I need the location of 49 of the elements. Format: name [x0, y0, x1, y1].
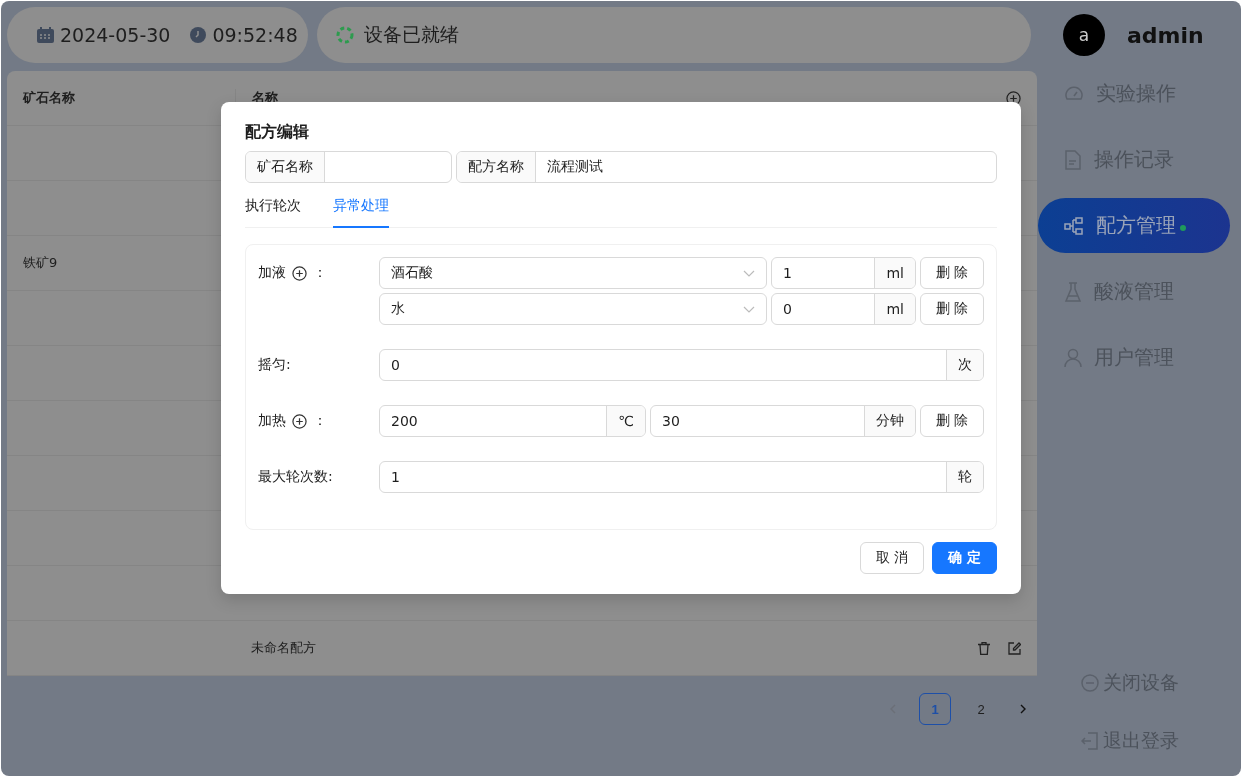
logout-icon [1081, 732, 1099, 750]
recipe-name-field[interactable]: 配方名称 流程测试 [456, 151, 997, 183]
dialog-title: 配方编辑 [245, 122, 310, 143]
form-label: 加液 [258, 264, 286, 282]
user-icon [1064, 347, 1082, 368]
form-label: 最大轮次数: [258, 468, 333, 486]
chevron-down-icon [743, 305, 755, 313]
sidebar-item[interactable]: 配方管理 [1038, 198, 1230, 253]
table-cell: 铁矿9 [23, 255, 58, 270]
table-cell: 未命名配方 [251, 640, 316, 655]
nodes-icon [1064, 215, 1084, 236]
clock-icon [190, 27, 207, 43]
minus-circle-icon [1081, 674, 1099, 692]
colon-text: ： [313, 264, 327, 282]
spinner-icon [336, 26, 354, 44]
duration-field[interactable]: 30 分钟 [650, 405, 916, 437]
plus-circle-icon[interactable] [292, 265, 307, 281]
amount-field[interactable]: 0 ml [771, 293, 916, 325]
calendar-icon [37, 27, 54, 43]
page-button[interactable]: 2 [965, 693, 997, 725]
reagent-select[interactable]: 水 [379, 293, 767, 325]
plus-circle-icon[interactable] [292, 413, 307, 429]
number-field[interactable]: 0 次 [379, 349, 984, 381]
temperature-field[interactable]: 200 ℃ [379, 405, 646, 437]
trash-icon[interactable] [978, 641, 990, 655]
amount-field[interactable]: 1 ml [771, 257, 916, 289]
date-text: 2024-05-30 [60, 24, 171, 46]
user-avatar[interactable]: a [1063, 14, 1105, 56]
form-label: 摇匀: [258, 356, 291, 374]
delete-button[interactable]: 删 除 [920, 405, 985, 437]
delete-button[interactable]: 删 除 [920, 293, 985, 325]
tab[interactable]: 执行轮次 [245, 195, 301, 228]
document-icon [1064, 149, 1082, 170]
tab[interactable]: 异常处理 [333, 195, 389, 228]
status-text: 设备已就绪 [364, 22, 459, 47]
flask-icon [1064, 281, 1082, 302]
column-header: 矿石名称 [21, 89, 76, 107]
number-field[interactable]: 1 轮 [379, 461, 984, 493]
delete-button[interactable]: 删 除 [920, 257, 985, 289]
time-text: 09:52:48 [212, 24, 298, 46]
form-label: 加热 [258, 412, 286, 430]
colon-text: ： [313, 412, 327, 430]
edit-icon[interactable] [1008, 641, 1021, 655]
username: admin [1127, 22, 1204, 48]
reagent-select[interactable]: 酒石酸 [379, 257, 767, 289]
ore-name-field[interactable]: 矿石名称 [245, 151, 452, 183]
confirm-button[interactable]: 确 定 [932, 542, 997, 574]
chevron-down-icon [743, 269, 755, 277]
cancel-button[interactable]: 取 消 [859, 542, 925, 574]
